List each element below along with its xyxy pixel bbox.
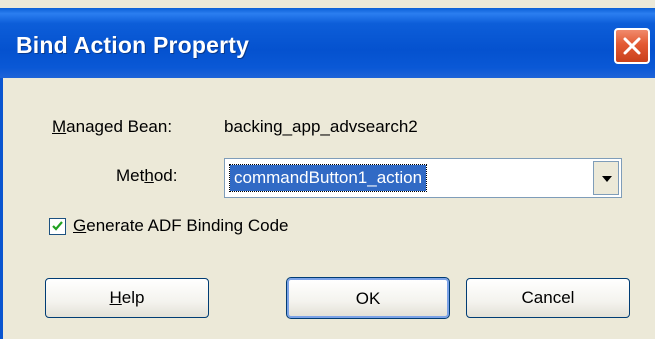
close-x-icon <box>623 37 641 55</box>
managed-bean-value: backing_app_advsearch2 <box>224 117 418 136</box>
generate-binding-checkbox[interactable] <box>49 218 66 235</box>
method-label-post: od: <box>153 166 178 185</box>
method-selected-value[interactable]: commandButton1_action <box>228 164 428 192</box>
help-button-mnemonic: H <box>109 288 122 307</box>
ok-button-label: OK <box>355 289 381 308</box>
ok-button[interactable]: OK <box>286 277 450 319</box>
help-button-label: elp <box>121 288 145 307</box>
cancel-button-label: Cancel <box>521 288 575 307</box>
managed-bean-label: Managed Bean: <box>52 117 172 137</box>
generate-binding-label[interactable]: Generate ADF Binding Code <box>73 216 288 236</box>
help-button[interactable]: Help <box>45 278 209 318</box>
bind-action-property-dialog: Bind Action Property Managed Bean: backi… <box>0 0 655 339</box>
method-label: Method: <box>116 166 177 186</box>
chevron-down-icon <box>602 176 612 182</box>
generate-binding-label-mnemonic: G <box>73 216 87 235</box>
method-dropdown-button[interactable] <box>593 161 619 195</box>
checkmark-icon <box>52 221 63 231</box>
method-label-pre: Met <box>116 166 145 185</box>
cancel-button[interactable]: Cancel <box>466 278 630 318</box>
managed-bean-label-text: anaged Bean: <box>66 117 173 136</box>
generate-binding-label-text: enerate ADF Binding Code <box>86 216 289 235</box>
method-label-mnemonic: h <box>144 166 154 185</box>
title-bar[interactable]: Bind Action Property <box>0 8 655 78</box>
managed-bean-label-mnemonic: M <box>52 117 67 136</box>
close-button[interactable] <box>614 28 650 64</box>
dialog-title: Bind Action Property <box>16 32 250 58</box>
method-combobox[interactable]: commandButton1_action <box>224 158 622 198</box>
